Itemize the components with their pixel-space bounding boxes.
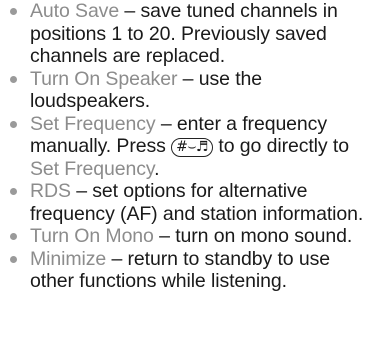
list-item-rds: RDS – set options for alternative freque… [4, 180, 367, 225]
item-term: Minimize [30, 247, 107, 270]
list-item-minimize: Minimize – return to standby to use othe… [4, 248, 367, 293]
list-item-auto-save: Auto Save – save tuned channels in posit… [4, 0, 367, 68]
bullet-icon [10, 255, 17, 263]
item-term: RDS [30, 180, 71, 202]
bullet-icon [10, 120, 17, 128]
hash-key-icon: #⌣♬ [171, 138, 214, 157]
item-description-end: . [154, 157, 160, 180]
item-description-continued: to go directly to [213, 135, 349, 157]
bullet-icon [10, 8, 17, 15]
item-term: Auto Save [30, 0, 120, 22]
item-term-reference: Set Frequency [30, 157, 155, 180]
item-description: – set options for alternative frequency … [30, 180, 364, 225]
bullet-icon [10, 188, 17, 195]
feature-list: Auto Save – save tuned channels in posit… [0, 0, 367, 293]
list-item-set-frequency: Set Frequency – enter a frequency manual… [4, 113, 367, 181]
item-term: Set Frequency [30, 112, 156, 135]
item-term: Turn On Speaker [30, 67, 178, 90]
bullet-icon [10, 75, 17, 83]
item-term: Turn On Mono [30, 225, 154, 247]
bullet-icon [10, 233, 17, 240]
list-item-turn-on-mono: Turn On Mono – turn on mono sound. [4, 225, 367, 248]
item-description: – turn on mono sound. [153, 225, 353, 247]
list-item-turn-on-speaker: Turn On Speaker – use the loudspeakers. [4, 68, 367, 113]
